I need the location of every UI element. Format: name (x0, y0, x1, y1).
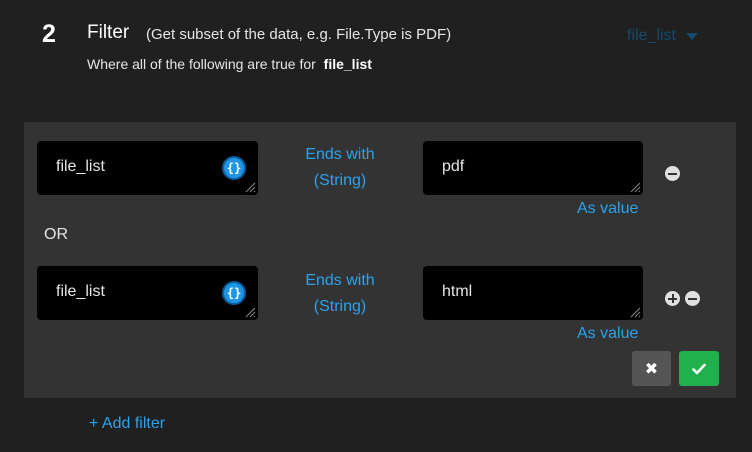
condition-1-field-value: file_list (56, 158, 105, 175)
close-icon: ✖ (644, 360, 659, 378)
condition-2-value-mode[interactable]: As value (577, 325, 638, 343)
resize-grip-icon[interactable] (244, 181, 256, 193)
condition-1-operator[interactable]: Ends with (String) (285, 142, 395, 194)
confirm-button[interactable] (679, 351, 719, 386)
condition-1-value-mode[interactable]: As value (577, 200, 638, 218)
cancel-button[interactable]: ✖ (632, 351, 671, 386)
resize-grip-icon[interactable] (244, 306, 256, 318)
check-icon (692, 363, 706, 374)
condition-1-value-text: pdf (442, 158, 465, 175)
filter-panel: file_list {} Ends with (String) pdf As v… (24, 122, 736, 398)
condition-2-field[interactable]: file_list {} (37, 266, 258, 320)
subtitle-prefix: Where all of the following are true for (87, 56, 316, 72)
condition-2-operator-type: (String) (313, 298, 367, 315)
subtitle-source: file_list (323, 56, 372, 72)
condition-2-value[interactable]: html (423, 266, 643, 320)
condition-1-value[interactable]: pdf (423, 141, 643, 195)
minus-circle-icon[interactable] (685, 291, 700, 306)
condition-2-operator[interactable]: Ends with (String) (285, 268, 395, 320)
condition-2-value-text: html (442, 283, 473, 300)
resize-grip-icon[interactable] (629, 181, 641, 193)
minus-circle-icon[interactable] (665, 166, 680, 181)
condition-1-operator-type: (String) (313, 172, 367, 189)
resize-grip-icon[interactable] (629, 306, 641, 318)
source-select[interactable]: file_list (627, 27, 698, 45)
vars-icon[interactable]: {} (222, 281, 246, 305)
condition-2-field-value: file_list (56, 283, 105, 300)
step-title: Filter (87, 22, 130, 43)
step-subtitle: Where all of the following are true for … (87, 56, 372, 72)
vars-icon[interactable]: {} (222, 156, 246, 180)
source-select-value: file_list (627, 27, 676, 44)
add-filter-link[interactable]: + Add filter (89, 415, 165, 433)
condition-1-field[interactable]: file_list {} (37, 141, 258, 195)
condition-1-operator-name: Ends with (305, 146, 375, 163)
step-hint: (Get subset of the data, e.g. File.Type … (146, 26, 452, 43)
plus-circle-icon[interactable] (665, 291, 680, 306)
step-number: 2 (42, 20, 56, 48)
or-joiner: OR (44, 226, 68, 243)
condition-2-operator-name: Ends with (305, 272, 375, 289)
dropdown-triangle-icon (685, 32, 698, 40)
